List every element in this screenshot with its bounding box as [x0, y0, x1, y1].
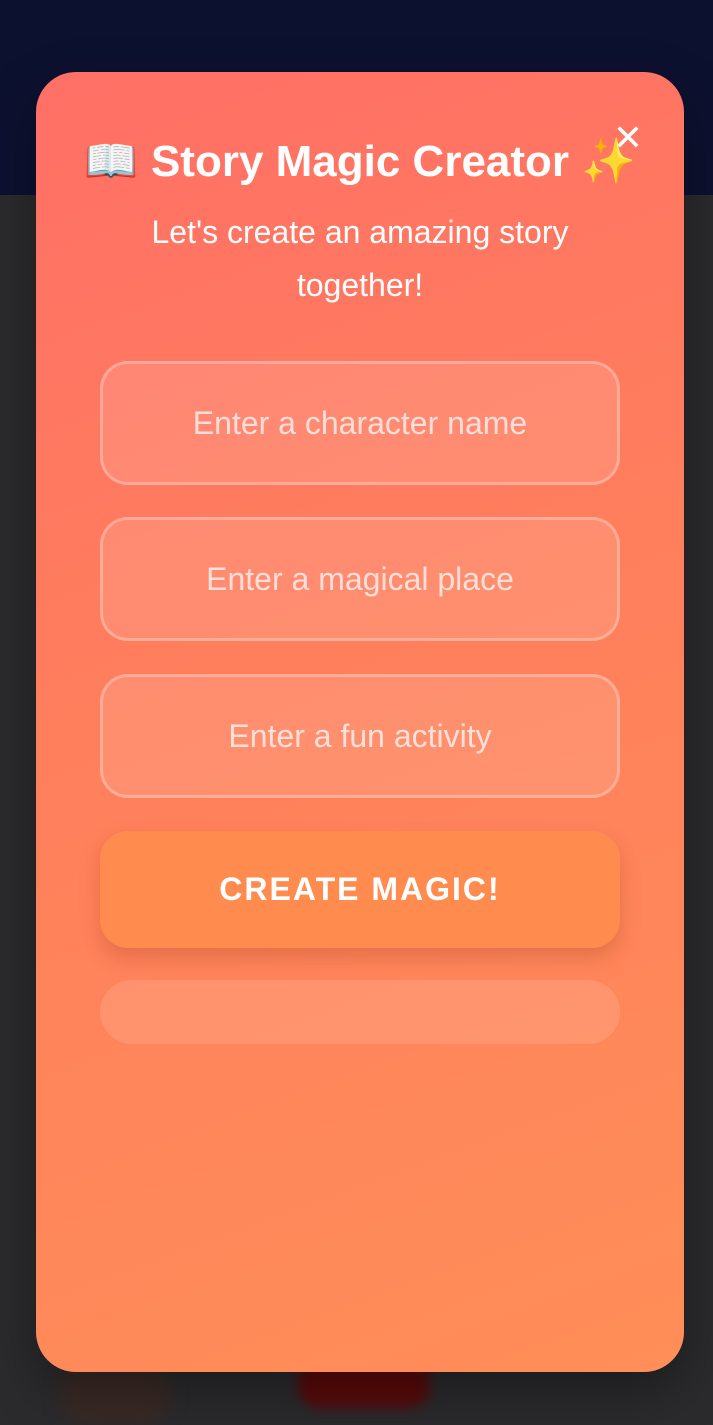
open-book-icon: 📖: [83, 137, 139, 186]
story-creator-modal: ✕ 📖 Story Magic Creator ✨ Let's create a…: [36, 72, 684, 1372]
modal-title-text: Story Magic Creator: [150, 137, 570, 186]
sparkles-icon: ✨: [581, 137, 637, 186]
character-name-input[interactable]: [103, 364, 617, 482]
character-name-field: [100, 361, 620, 485]
create-magic-button[interactable]: CREATE MAGIC!: [100, 831, 620, 948]
modal-title: 📖 Story Magic Creator ✨: [36, 134, 684, 190]
magical-place-field: [100, 517, 620, 641]
magical-place-input[interactable]: [103, 520, 617, 638]
story-result-area: [100, 980, 620, 1044]
fun-activity-input[interactable]: [103, 677, 617, 795]
fun-activity-field: [100, 674, 620, 798]
modal-subtitle: Let's create an amazing story together!: [151, 214, 569, 303]
